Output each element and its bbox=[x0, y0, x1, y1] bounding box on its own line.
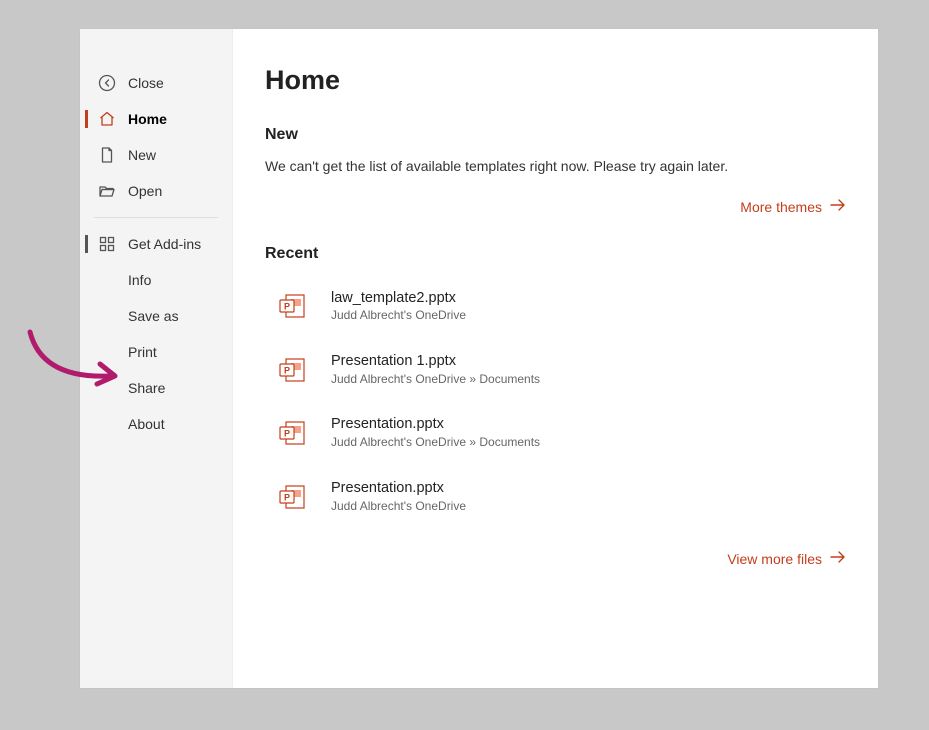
powerpoint-file-icon: P bbox=[277, 355, 307, 385]
more-themes-label: More themes bbox=[740, 199, 822, 215]
sidebar-label-close: Close bbox=[128, 75, 232, 91]
app-window: Close Home New bbox=[80, 29, 878, 688]
file-info: Presentation 1.pptx Judd Albrecht's OneD… bbox=[331, 352, 834, 387]
sidebar-label-share: Share bbox=[128, 380, 232, 396]
sidebar-item-saveas[interactable]: Save as bbox=[80, 298, 232, 334]
file-name: Presentation.pptx bbox=[331, 415, 834, 434]
sidebar-label-about: About bbox=[128, 416, 232, 432]
file-info: law_template2.pptx Judd Albrecht's OneDr… bbox=[331, 289, 834, 324]
recent-file-item[interactable]: P Presentation.pptx Judd Albrecht's OneD… bbox=[265, 407, 846, 458]
sidebar-label-info: Info bbox=[128, 272, 232, 288]
back-arrow-icon bbox=[98, 74, 116, 92]
sidebar-item-info[interactable]: Info bbox=[80, 262, 232, 298]
file-location: Judd Albrecht's OneDrive » Documents bbox=[331, 372, 834, 388]
folder-open-icon bbox=[98, 182, 116, 200]
sidebar-label-open: Open bbox=[128, 183, 232, 199]
sidebar-item-new[interactable]: New bbox=[80, 137, 232, 173]
powerpoint-file-icon: P bbox=[277, 482, 307, 512]
more-themes-link[interactable]: More themes bbox=[740, 198, 846, 215]
addins-icon bbox=[98, 235, 116, 253]
sidebar-item-home[interactable]: Home bbox=[80, 101, 232, 137]
more-themes-row: More themes bbox=[265, 198, 846, 217]
template-error-message: We can't get the list of available templ… bbox=[265, 158, 846, 174]
file-location: Judd Albrecht's OneDrive bbox=[331, 499, 834, 515]
powerpoint-file-icon: P bbox=[277, 418, 307, 448]
svg-text:P: P bbox=[284, 365, 290, 375]
recent-section: Recent P law_template2.pptx Judd bbox=[265, 245, 846, 569]
sidebar-item-about[interactable]: About bbox=[80, 406, 232, 442]
file-location: Judd Albrecht's OneDrive bbox=[331, 308, 834, 324]
file-info: Presentation.pptx Judd Albrecht's OneDri… bbox=[331, 415, 834, 450]
page-title: Home bbox=[265, 65, 846, 96]
arrow-right-icon bbox=[830, 550, 846, 567]
file-info: Presentation.pptx Judd Albrecht's OneDri… bbox=[331, 479, 834, 514]
document-icon bbox=[98, 146, 116, 164]
file-name: Presentation 1.pptx bbox=[331, 352, 834, 371]
sidebar-label-saveas: Save as bbox=[128, 308, 232, 324]
file-name: law_template2.pptx bbox=[331, 289, 834, 308]
sidebar-item-open[interactable]: Open bbox=[80, 173, 232, 209]
file-location: Judd Albrecht's OneDrive » Documents bbox=[331, 435, 834, 451]
sidebar-item-share[interactable]: Share bbox=[80, 370, 232, 406]
recent-section-heading: Recent bbox=[265, 245, 846, 263]
sidebar-label-addins: Get Add-ins bbox=[128, 236, 232, 252]
sidebar-divider bbox=[94, 217, 218, 218]
sidebar: Close Home New bbox=[80, 29, 233, 688]
svg-text:P: P bbox=[284, 492, 290, 502]
recent-file-item[interactable]: P Presentation 1.pptx Judd Albrecht's On… bbox=[265, 344, 846, 395]
sidebar-item-addins[interactable]: Get Add-ins bbox=[80, 226, 232, 262]
svg-text:P: P bbox=[284, 302, 290, 312]
view-more-label: View more files bbox=[727, 551, 822, 567]
recent-file-item[interactable]: P Presentation.pptx Judd Albrecht's OneD… bbox=[265, 471, 846, 522]
sidebar-item-close[interactable]: Close bbox=[80, 65, 232, 101]
new-section-heading: New bbox=[265, 126, 846, 144]
recent-file-item[interactable]: P law_template2.pptx Judd Albrecht's One… bbox=[265, 281, 846, 332]
powerpoint-file-icon: P bbox=[277, 291, 307, 321]
recent-file-list: P law_template2.pptx Judd Albrecht's One… bbox=[265, 281, 846, 523]
svg-text:P: P bbox=[284, 429, 290, 439]
file-name: Presentation.pptx bbox=[331, 479, 834, 498]
main-content: Home New We can't get the list of availa… bbox=[233, 29, 878, 688]
view-more-files-link[interactable]: View more files bbox=[727, 550, 846, 567]
arrow-right-icon bbox=[830, 198, 846, 215]
home-icon bbox=[98, 110, 116, 128]
view-more-row: View more files bbox=[265, 550, 846, 569]
sidebar-label-home: Home bbox=[128, 111, 232, 127]
sidebar-label-new: New bbox=[128, 147, 232, 163]
sidebar-item-print[interactable]: Print bbox=[80, 334, 232, 370]
sidebar-label-print: Print bbox=[128, 344, 232, 360]
